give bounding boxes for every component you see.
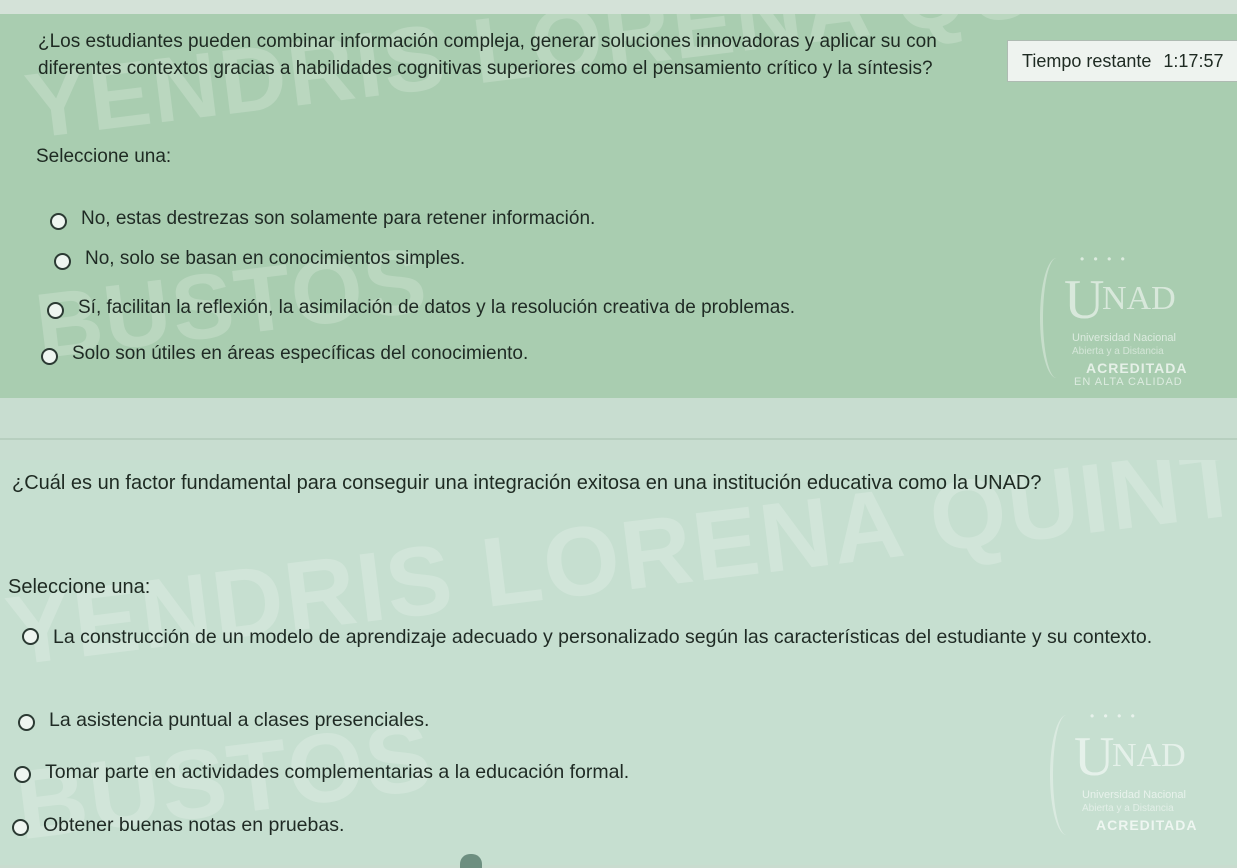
q2-option-2-label: La asistencia puntual a clases presencia… bbox=[49, 709, 430, 731]
unad-logo: • • • • U NAD Universidad Nacional Abier… bbox=[1030, 238, 1200, 388]
radio-button[interactable] bbox=[18, 714, 35, 731]
q2-option-4[interactable]: Obtener buenas notas en pruebas. bbox=[12, 814, 344, 839]
logo-accredited: ACREDITADA bbox=[1086, 360, 1188, 376]
question-2-select-label: Seleccione una: bbox=[8, 576, 151, 598]
radio-button[interactable] bbox=[41, 348, 58, 365]
radio-button[interactable] bbox=[50, 213, 67, 230]
logo-letter-u: U bbox=[1064, 269, 1105, 331]
question-1-text: ¿Los estudiantes pueden combinar informa… bbox=[38, 31, 937, 79]
logo-letters-nad: NAD bbox=[1102, 280, 1176, 317]
q1-option-2-label: No, solo se basan en conocimientos simpl… bbox=[85, 248, 466, 269]
logo-accredited: ACREDITADA bbox=[1096, 817, 1198, 833]
q1-option-2[interactable]: No, solo se basan en conocimientos simpl… bbox=[54, 248, 465, 273]
question-1-select-label: Seleccione una: bbox=[36, 146, 172, 167]
logo-subtitle: Abierta y a Distancia bbox=[1072, 346, 1164, 357]
q1-option-3-label: Sí, facilitan la reflexión, la asimilaci… bbox=[78, 297, 796, 318]
radio-button[interactable] bbox=[14, 766, 31, 783]
logo-university: Universidad Nacional bbox=[1072, 332, 1176, 344]
stars-icon: • • • • bbox=[1080, 252, 1128, 266]
q2-option-3-label: Tomar parte en actividades complementari… bbox=[45, 761, 630, 783]
scroll-indicator bbox=[460, 854, 482, 868]
question-2-text: ¿Cuál es un factor fundamental para cons… bbox=[12, 472, 1042, 494]
logo-subtitle: Abierta y a Distancia bbox=[1082, 803, 1174, 814]
radio-button[interactable] bbox=[22, 628, 39, 645]
radio-button[interactable] bbox=[54, 253, 71, 270]
question-separator bbox=[0, 398, 1237, 460]
q1-option-3[interactable]: Sí, facilitan la reflexión, la asimilaci… bbox=[47, 297, 795, 322]
radio-button[interactable] bbox=[47, 302, 64, 319]
q2-option-1-label: La construcción de un modelo de aprendiz… bbox=[53, 626, 1153, 648]
q2-option-3[interactable]: Tomar parte en actividades complementari… bbox=[14, 761, 629, 786]
stars-icon: • • • • bbox=[1090, 709, 1138, 723]
q1-option-1[interactable]: No, estas destrezas son solamente para r… bbox=[50, 208, 595, 233]
q2-option-1[interactable]: La construcción de un modelo de aprendiz… bbox=[22, 625, 1192, 654]
radio-button[interactable] bbox=[12, 819, 29, 836]
q1-option-1-label: No, estas destrezas son solamente para r… bbox=[81, 208, 596, 229]
logo-letters-nad: NAD bbox=[1112, 737, 1186, 774]
logo-quality: EN ALTA CALIDAD bbox=[1074, 376, 1183, 388]
q1-option-4[interactable]: Solo son útiles en áreas específicas del… bbox=[41, 343, 528, 368]
time-remaining-box: Tiempo restante 1:17:57 bbox=[1007, 40, 1237, 82]
unad-logo: • • • • U NAD Universidad Nacional Abier… bbox=[1040, 695, 1210, 845]
q1-option-4-label: Solo son útiles en áreas específicas del… bbox=[72, 343, 529, 364]
q2-option-2[interactable]: La asistencia puntual a clases presencia… bbox=[18, 709, 429, 734]
timer-value: 1:17:57 bbox=[1163, 50, 1224, 71]
logo-university: Universidad Nacional bbox=[1082, 789, 1186, 801]
q2-option-4-label: Obtener buenas notas en pruebas. bbox=[43, 814, 345, 836]
logo-letter-u: U bbox=[1074, 726, 1115, 788]
divider bbox=[0, 438, 1237, 440]
question-2-panel: YENDRIS LORENA QUINTERO BUSTOS ¿Cuál es … bbox=[0, 460, 1237, 865]
timer-label: Tiempo restante bbox=[1022, 50, 1152, 71]
